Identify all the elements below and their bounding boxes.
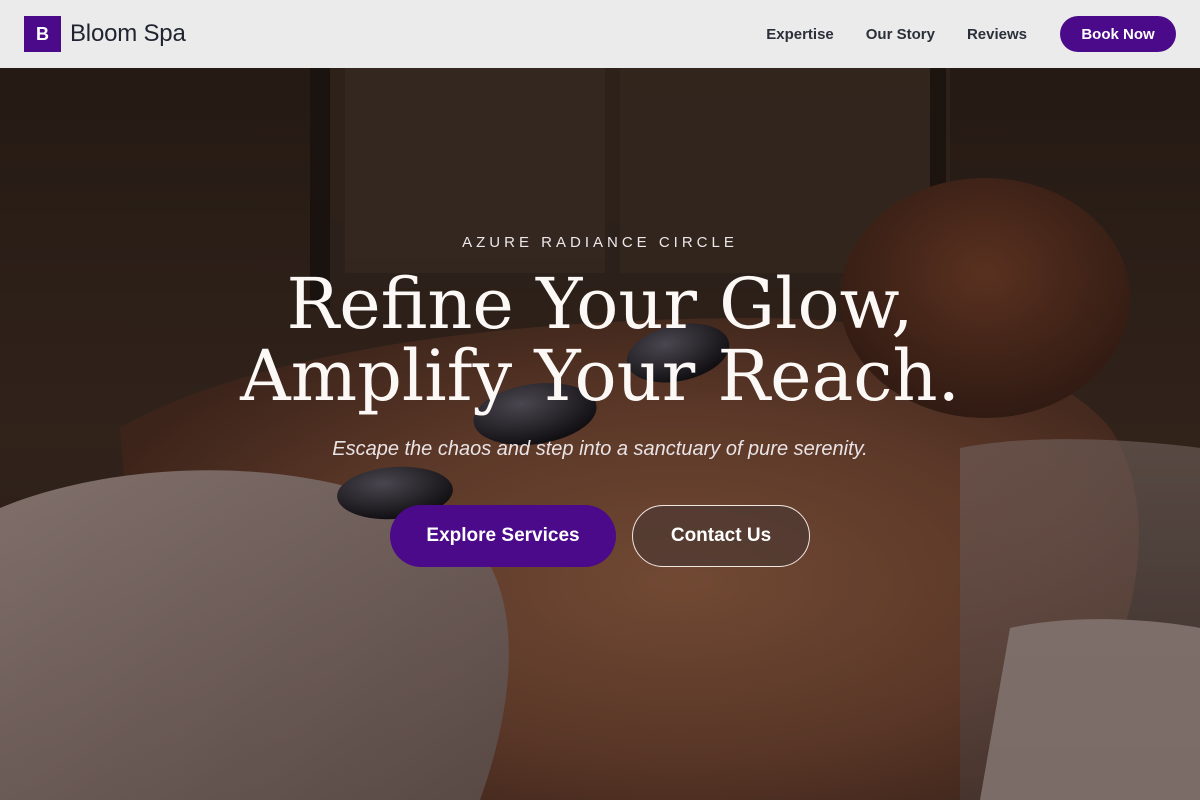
brand[interactable]: B Bloom Spa: [24, 16, 186, 52]
hero-eyebrow: AZURE RADIANCE CIRCLE: [462, 234, 738, 251]
nav-link-expertise[interactable]: Expertise: [766, 26, 834, 43]
nav-link-reviews[interactable]: Reviews: [967, 26, 1027, 43]
site-header: B Bloom Spa Expertise Our Story Reviews …: [0, 0, 1200, 68]
brand-name: Bloom Spa: [70, 20, 186, 47]
explore-services-button[interactable]: Explore Services: [390, 505, 616, 567]
hero-subtitle: Escape the chaos and step into a sanctua…: [332, 438, 868, 460]
logo-icon: B: [24, 16, 61, 52]
book-now-button[interactable]: Book Now: [1060, 16, 1176, 52]
hero-headline: Refine Your Glow, Amplify Your Reach.: [0, 268, 1200, 412]
nav-link-our-story[interactable]: Our Story: [866, 26, 935, 43]
cta-row: Explore Services Contact Us: [0, 505, 1200, 567]
contact-us-button[interactable]: Contact Us: [632, 505, 810, 567]
headline-line-1: Refine Your Glow,: [286, 263, 914, 345]
headline-line-2: Amplify Your Reach.: [240, 335, 960, 417]
main-nav: Expertise Our Story Reviews Book Now: [766, 16, 1176, 52]
hero-section: AZURE RADIANCE CIRCLE Refine Your Glow, …: [0, 68, 1200, 800]
